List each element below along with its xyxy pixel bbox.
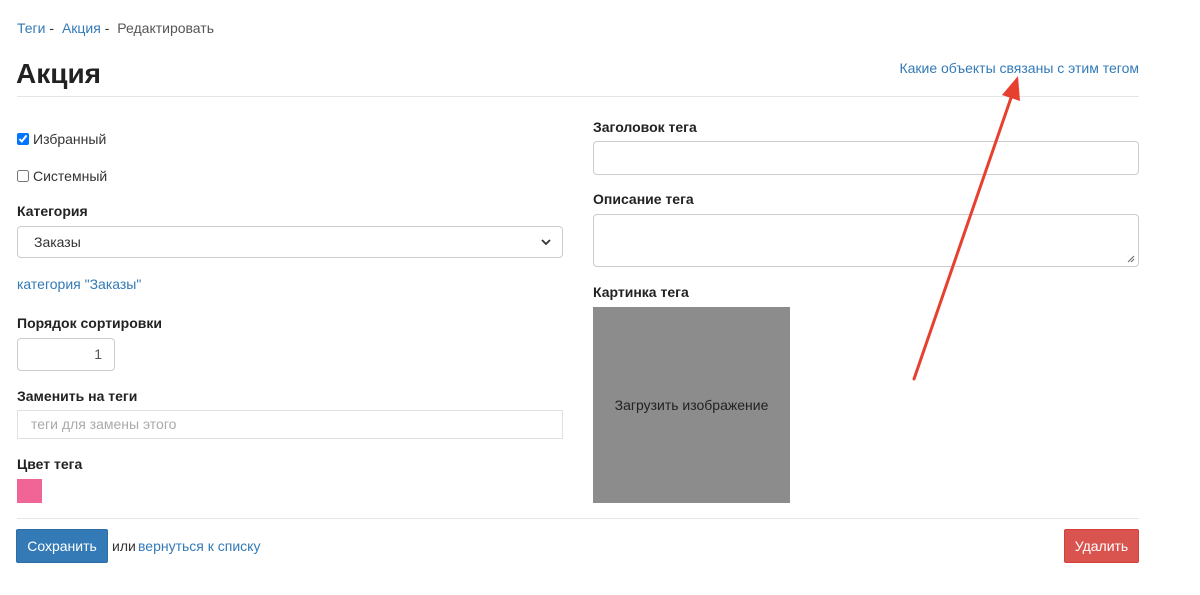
system-checkbox[interactable]: [17, 170, 29, 182]
annotation-arrow-head: [1002, 76, 1020, 101]
breadcrumb: Теги - Акция - Редактировать: [17, 20, 214, 36]
image-upload-text: Загрузить изображение: [614, 397, 769, 413]
tag-heading-input[interactable]: [593, 141, 1139, 175]
chevron-down-icon: [541, 239, 551, 246]
page-title: Акция: [16, 58, 101, 89]
tag-description-textarea[interactable]: [593, 214, 1139, 267]
tag-color-label: Цвет тега: [17, 456, 83, 472]
breadcrumb-separator: -: [104, 20, 110, 36]
tag-heading-label: Заголовок тега: [593, 119, 697, 135]
category-label: Категория: [17, 203, 88, 219]
footer-divider: [17, 518, 1139, 519]
tag-image-label: Картинка тега: [593, 284, 689, 300]
category-link[interactable]: категория "Заказы": [17, 276, 141, 292]
back-to-list-link[interactable]: вернуться к списку: [138, 538, 260, 554]
sort-order-input[interactable]: 1: [17, 338, 115, 371]
header-divider: [17, 96, 1139, 97]
category-select-value: Заказы: [34, 234, 81, 250]
image-upload-area[interactable]: Загрузить изображение: [593, 307, 790, 503]
delete-button[interactable]: Удалить: [1064, 529, 1139, 563]
replace-tags-input[interactable]: теги для замены этого: [17, 410, 563, 439]
favorite-checkbox[interactable]: [17, 133, 29, 145]
system-checkbox-row[interactable]: Системный: [17, 168, 107, 184]
category-select[interactable]: Заказы: [17, 226, 563, 258]
related-objects-link[interactable]: Какие объекты связаны с этим тегом: [899, 60, 1139, 76]
save-button[interactable]: Сохранить: [16, 529, 108, 563]
or-text: или: [112, 538, 136, 554]
favorite-label: Избранный: [33, 131, 107, 147]
tag-description-label: Описание тега: [593, 191, 694, 207]
breadcrumb-separator: -: [49, 20, 55, 36]
tag-color-picker[interactable]: [17, 479, 42, 503]
breadcrumb-link-tags[interactable]: Теги: [17, 20, 45, 36]
system-label: Системный: [33, 168, 108, 184]
favorite-checkbox-row[interactable]: Избранный: [17, 131, 106, 147]
breadcrumb-link-tag[interactable]: Акция: [62, 20, 101, 36]
resize-handle-icon[interactable]: [1127, 255, 1135, 263]
replace-tags-label: Заменить на теги: [17, 388, 138, 404]
sort-order-label: Порядок сортировки: [17, 315, 162, 331]
breadcrumb-current: Редактировать: [117, 20, 214, 36]
